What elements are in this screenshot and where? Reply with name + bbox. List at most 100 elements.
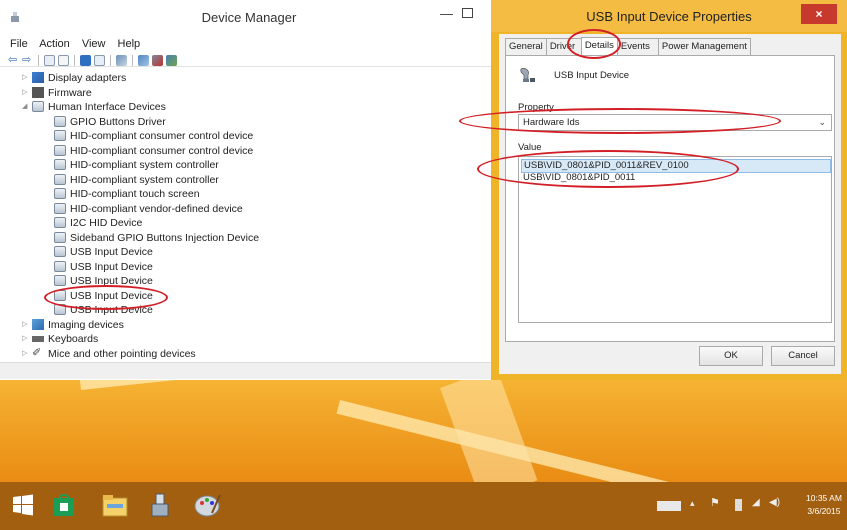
toolbar-separator bbox=[110, 54, 111, 66]
hid-device-icon bbox=[54, 289, 66, 301]
tree-item-label: Keyboards bbox=[48, 333, 99, 345]
display-adapter-icon bbox=[32, 72, 44, 83]
volume-icon[interactable]: ◀) bbox=[769, 497, 780, 509]
firmware-icon bbox=[32, 86, 44, 98]
tree-category[interactable]: ▷ Keyboards bbox=[0, 332, 480, 346]
ok-button[interactable]: OK bbox=[699, 346, 763, 366]
close-button[interactable]: × bbox=[801, 4, 837, 24]
tree-category[interactable]: ▷ ✐ Mice and other pointing devices bbox=[0, 347, 480, 361]
store-icon[interactable] bbox=[52, 493, 76, 517]
expand-arrow-icon[interactable]: ▷ bbox=[22, 332, 30, 346]
tree-device-item[interactable]: USB Input Device bbox=[0, 289, 480, 303]
clock[interactable]: 10:35 AM 3/6/2015 bbox=[806, 492, 842, 518]
desktop-light-streak bbox=[336, 400, 845, 482]
minimize-button[interactable]: — bbox=[440, 6, 453, 21]
tree-item-label: Display adapters bbox=[48, 72, 127, 84]
tree-device-item[interactable]: I2C HID Device bbox=[0, 216, 480, 230]
hid-device-icon bbox=[54, 144, 66, 156]
hid-device-icon bbox=[54, 159, 66, 170]
property-dropdown[interactable]: Hardware Ids ⌄ bbox=[518, 114, 832, 131]
dialog-titlebar[interactable]: USB Input Device Properties × bbox=[491, 0, 847, 32]
tree-item-label: HID-compliant consumer control device bbox=[70, 144, 254, 157]
back-arrow-icon[interactable]: ⇦ bbox=[8, 54, 19, 66]
menu-action[interactable]: Action bbox=[39, 38, 70, 50]
toolbar-separator bbox=[74, 54, 75, 66]
tab-power-management[interactable]: Power Management bbox=[657, 38, 751, 55]
hid-device-icon bbox=[54, 173, 66, 185]
hid-device-icon bbox=[54, 231, 66, 243]
paint-icon[interactable] bbox=[192, 491, 222, 519]
file-explorer-icon[interactable] bbox=[101, 492, 129, 518]
tab-driver[interactable]: Driver bbox=[545, 38, 582, 55]
properties-icon[interactable] bbox=[58, 54, 69, 66]
tree-category[interactable]: ▷ Display adapters bbox=[0, 71, 480, 85]
tree-device-item[interactable]: HID-compliant touch screen bbox=[0, 187, 480, 201]
show-hidden-icons-icon[interactable]: ▴ bbox=[690, 498, 695, 510]
expand-arrow-icon[interactable]: ▷ bbox=[22, 347, 30, 361]
tab-events[interactable]: Events bbox=[616, 38, 659, 55]
maximize-button[interactable] bbox=[462, 8, 473, 18]
tree-item-label: I2C HID Device bbox=[70, 217, 143, 229]
expand-arrow-icon[interactable]: ▷ bbox=[22, 86, 30, 100]
tree-device-item[interactable]: HID-compliant vendor-defined device bbox=[0, 202, 480, 216]
menu-view[interactable]: View bbox=[82, 38, 106, 50]
uninstall-icon[interactable] bbox=[152, 54, 163, 66]
hid-device-icon bbox=[54, 115, 66, 127]
device-tree: ▷ Display adapters ▷ Firmware ◢ Human Interfa… bbox=[0, 66, 498, 361]
menu-file[interactable]: File bbox=[10, 38, 28, 50]
tree-device-item[interactable]: HID-compliant consumer control device bbox=[0, 129, 480, 143]
expand-arrow-icon[interactable]: ▷ bbox=[22, 318, 30, 332]
dialog-title: USB Input Device Properties bbox=[586, 9, 752, 24]
tree-device-item[interactable]: USB Input Device bbox=[0, 260, 480, 274]
tree-item-label: HID-compliant consumer control device bbox=[70, 130, 254, 142]
menu-help[interactable]: Help bbox=[118, 38, 141, 50]
tree-device-item[interactable]: HID-compliant consumer control device bbox=[0, 144, 480, 158]
scan-hardware-icon[interactable] bbox=[116, 54, 127, 66]
tree-category[interactable]: ▷ Firmware bbox=[0, 86, 480, 100]
forward-arrow-icon[interactable]: ⇨ bbox=[22, 54, 33, 66]
device-manager-taskbar-icon[interactable] bbox=[146, 490, 174, 520]
keyboard-icon bbox=[32, 336, 44, 342]
value-item[interactable]: USB\VID_0801&PID_0011&REV_0100 bbox=[521, 159, 831, 173]
tree-device-item[interactable]: USB Input Device bbox=[0, 245, 480, 259]
view-icon[interactable] bbox=[94, 54, 105, 66]
tree-item-label: HID-compliant system controller bbox=[70, 173, 219, 186]
clock-date: 3/6/2015 bbox=[807, 506, 841, 516]
device-manager-titlebar[interactable]: Device Manager — bbox=[0, 0, 498, 34]
battery-icon[interactable] bbox=[735, 499, 742, 511]
help-icon[interactable] bbox=[80, 54, 91, 66]
tab-details[interactable]: Details bbox=[580, 37, 618, 56]
update-driver-icon[interactable] bbox=[138, 54, 149, 66]
tree-device-item[interactable]: Sideband GPIO Buttons Injection Device bbox=[0, 231, 480, 245]
tree-device-item[interactable]: GPIO Buttons Driver bbox=[0, 115, 480, 129]
start-button[interactable] bbox=[12, 494, 34, 516]
show-hide-tree-icon[interactable] bbox=[44, 54, 55, 66]
hid-device-icon bbox=[54, 246, 66, 257]
tree-device-item[interactable]: USB Input Device bbox=[0, 303, 480, 317]
tree-device-item[interactable]: HID-compliant system controller bbox=[0, 158, 480, 172]
tree-category[interactable]: ◢ Human Interface Devices bbox=[0, 100, 480, 114]
details-panel: USB Input Device Property Hardware Ids ⌄… bbox=[505, 55, 835, 342]
hid-category-icon bbox=[32, 101, 44, 112]
clock-time: 10:35 AM bbox=[806, 493, 842, 503]
value-item[interactable]: USB\VID_0801&PID_0011 bbox=[521, 172, 829, 184]
property-label: Property bbox=[518, 102, 554, 113]
dialog-body: General Driver Details Events Power Mana… bbox=[499, 34, 841, 374]
tree-item-label: USB Input Device bbox=[70, 275, 153, 287]
hid-device-icon bbox=[54, 130, 66, 141]
tree-device-item[interactable]: HID-compliant system controller bbox=[0, 173, 480, 187]
tab-general[interactable]: General bbox=[505, 38, 547, 55]
value-listbox[interactable]: USB\VID_0801&PID_0011&REV_0100 USB\VID_0… bbox=[518, 156, 832, 323]
enable-device-icon[interactable] bbox=[166, 54, 177, 66]
tree-device-item[interactable]: USB Input Device bbox=[0, 274, 480, 288]
tree-category[interactable]: ▷ Imaging devices bbox=[0, 318, 480, 332]
network-icon[interactable]: ◢ bbox=[752, 497, 760, 509]
collapse-arrow-icon[interactable]: ◢ bbox=[22, 100, 30, 114]
expand-arrow-icon[interactable]: ▷ bbox=[22, 71, 30, 85]
cancel-button[interactable]: Cancel bbox=[771, 346, 835, 366]
action-center-flag-icon[interactable]: ⚑ bbox=[710, 496, 720, 509]
tree-item-label: USB Input Device bbox=[70, 246, 153, 258]
property-dropdown-value: Hardware Ids bbox=[523, 117, 580, 128]
status-bar bbox=[0, 362, 498, 379]
touch-keyboard-icon[interactable] bbox=[657, 501, 681, 511]
